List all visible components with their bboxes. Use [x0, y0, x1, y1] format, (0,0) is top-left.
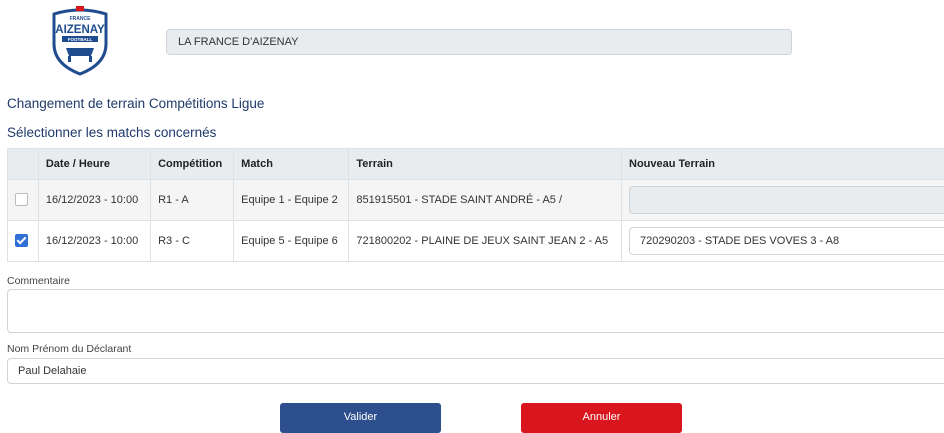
- header-competition: Compétition: [151, 149, 234, 180]
- cell-terrain: 721800202 - PLAINE DE JEUX SAINT JEAN 2 …: [349, 221, 622, 262]
- comment-label: Commentaire: [7, 275, 70, 287]
- nouveau-terrain-select-disabled: [629, 186, 944, 214]
- row-checkbox[interactable]: [15, 193, 28, 206]
- header-match: Match: [234, 149, 349, 180]
- cell-competition: R3 - C: [151, 221, 234, 262]
- header-nouveau-terrain: Nouveau Terrain: [622, 149, 944, 180]
- section-subtitle: Sélectionner les matchs concernés: [7, 125, 216, 140]
- cell-date: 16/12/2023 - 10:00: [38, 180, 150, 221]
- club-logo: FRANCE AIZENAY FOOTBALL: [50, 4, 110, 76]
- header-select: [8, 149, 39, 180]
- logo-bottom-text: FOOTBALL: [68, 37, 93, 42]
- cell-terrain: 851915501 - STADE SAINT ANDRÉ - A5 /: [349, 180, 622, 221]
- cell-nouveau-terrain: [622, 180, 944, 221]
- table-row: 16/12/2023 - 10:00 R1 - A Equipe 1 - Equ…: [8, 180, 944, 221]
- table-row: 16/12/2023 - 10:00 R3 - C Equipe 5 - Equ…: [8, 221, 944, 262]
- matches-table: Date / Heure Compétition Match Terrain N…: [7, 148, 944, 262]
- cell-competition: R1 - A: [151, 180, 234, 221]
- page-title: Changement de terrain Compétitions Ligue: [7, 96, 264, 111]
- cell-nouveau-terrain: 720290203 - STADE DES VOVES 3 - A8: [622, 221, 944, 262]
- club-name-field: LA FRANCE D'AIZENAY: [166, 29, 792, 55]
- logo-main-text: AIZENAY: [55, 24, 105, 36]
- logo-top-text: FRANCE: [70, 16, 91, 22]
- header-date: Date / Heure: [38, 149, 150, 180]
- row-checkbox-checked[interactable]: [15, 234, 28, 247]
- row-select-cell: [8, 221, 39, 262]
- cell-match: Equipe 5 - Equipe 6: [234, 221, 349, 262]
- cell-date: 16/12/2023 - 10:00: [38, 221, 150, 262]
- cell-match: Equipe 1 - Equipe 2: [234, 180, 349, 221]
- declarant-label: Nom Prénom du Déclarant: [7, 343, 131, 355]
- header-terrain: Terrain: [349, 149, 622, 180]
- nouveau-terrain-select[interactable]: 720290203 - STADE DES VOVES 3 - A8: [629, 227, 944, 255]
- validate-button[interactable]: Valider: [280, 403, 441, 433]
- declarant-input[interactable]: Paul Delahaie: [7, 358, 944, 384]
- table-header-row: Date / Heure Compétition Match Terrain N…: [8, 149, 944, 180]
- cancel-button[interactable]: Annuler: [521, 403, 682, 433]
- comment-textarea[interactable]: [7, 289, 944, 333]
- row-select-cell: [8, 180, 39, 221]
